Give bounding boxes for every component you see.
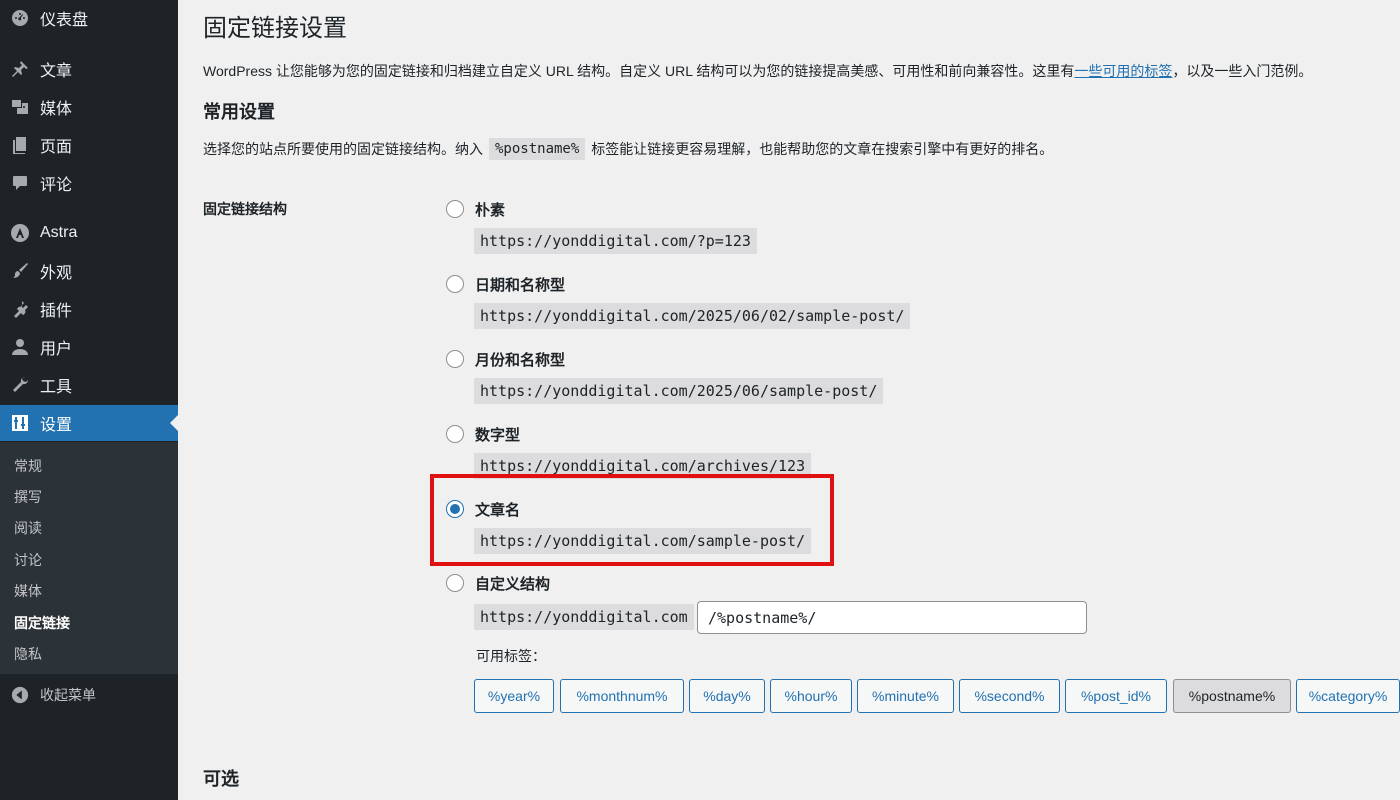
option-label: 朴素 xyxy=(475,201,506,219)
collapse-menu-button[interactable]: 收起菜单 xyxy=(0,678,178,712)
option-day-name: 日期和名称型 https://yonddigital.com/2025/06/0… xyxy=(446,273,911,329)
option-month-name: 月份和名称型 https://yonddigital.com/2025/06/s… xyxy=(446,348,884,404)
page-icon xyxy=(0,135,40,155)
admin-sidebar: 仪表盘 文章 媒体 页面 评论 Astra 外观 插件 用户 工具 设置 常规 … xyxy=(0,0,178,800)
media-icon xyxy=(0,97,40,117)
option-plain: 朴素 https://yonddigital.com/?p=123 xyxy=(446,198,757,254)
brush-icon xyxy=(0,261,40,281)
intro-text-before: WordPress 让您能够为您的固定链接和归档建立自定义 URL 结构。自定义… xyxy=(203,63,1075,79)
desc-text-after: 标签能让链接更容易理解，也能帮助您的文章在搜索引擎中有更好的排名。 xyxy=(591,141,1054,157)
tag-button-monthnum[interactable]: %monthnum% xyxy=(560,679,684,713)
option-label: 自定义结构 xyxy=(475,575,551,593)
collapse-menu-label: 收起菜单 xyxy=(40,687,96,703)
sidebar-item-pages[interactable]: 页面 xyxy=(0,127,178,163)
radio-custom[interactable] xyxy=(446,574,464,592)
submenu-privacy[interactable]: 隐私 xyxy=(14,644,42,664)
tag-button-hour[interactable]: %hour% xyxy=(770,679,852,713)
sidebar-item-label: 仪表盘 xyxy=(40,12,89,29)
tag-button-year[interactable]: %year% xyxy=(474,679,554,713)
option-example-url: https://yonddigital.com/sample-post/ xyxy=(474,528,812,554)
comment-icon xyxy=(0,173,40,193)
option-custom-radio-row[interactable]: 自定义结构 xyxy=(446,572,550,594)
sidebar-item-media[interactable]: 媒体 xyxy=(0,89,178,125)
sidebar-item-plugins[interactable]: 插件 xyxy=(0,291,178,327)
tag-button-day[interactable]: %day% xyxy=(689,679,765,713)
sidebar-item-label: 用户 xyxy=(40,341,73,358)
option-label: 数字型 xyxy=(475,426,521,444)
option-day-name-radio-row[interactable]: 日期和名称型 xyxy=(446,273,565,295)
available-tags-label: 可用标签： xyxy=(476,648,546,664)
option-numeric: 数字型 https://yonddigital.com/archives/123 xyxy=(446,423,812,479)
user-icon xyxy=(0,337,40,357)
submenu-permalinks[interactable]: 固定链接 xyxy=(14,613,70,633)
custom-structure-input[interactable] xyxy=(697,601,1087,634)
sidebar-item-label: 外观 xyxy=(40,265,73,282)
page-title: 固定链接设置 xyxy=(203,15,347,42)
option-post-name-radio-row[interactable]: 文章名 xyxy=(446,498,520,520)
desc-text-before: 选择您的站点所要使用的固定链接结构。纳入 xyxy=(203,141,483,157)
sidebar-item-dashboard[interactable]: 仪表盘 xyxy=(0,0,178,36)
option-example-url: https://yonddigital.com/2025/06/sample-p… xyxy=(474,378,884,404)
radio-numeric[interactable] xyxy=(446,425,464,443)
radio-day-name[interactable] xyxy=(446,275,464,293)
wrench-icon xyxy=(0,375,40,395)
option-label: 文章名 xyxy=(475,501,521,519)
sidebar-item-label: 设置 xyxy=(40,417,73,434)
tag-button-post-id[interactable]: %post_id% xyxy=(1065,679,1167,713)
settings-icon xyxy=(0,413,40,433)
option-label: 月份和名称型 xyxy=(475,351,566,369)
radio-month-name[interactable] xyxy=(446,350,464,368)
sidebar-item-tools[interactable]: 工具 xyxy=(0,367,178,403)
option-month-name-radio-row[interactable]: 月份和名称型 xyxy=(446,348,565,370)
sidebar-item-label: 文章 xyxy=(40,63,73,80)
tag-button-category[interactable]: %category% xyxy=(1296,679,1400,713)
sidebar-item-astra[interactable]: Astra xyxy=(0,215,178,251)
collapse-arrow-icon xyxy=(0,686,40,704)
sidebar-item-appearance[interactable]: 外观 xyxy=(0,253,178,289)
postname-code: %postname% xyxy=(489,138,586,160)
sidebar-item-posts[interactable]: 文章 xyxy=(0,51,178,87)
available-tags-link[interactable]: 一些可用的标签 xyxy=(1074,63,1172,79)
tag-button-minute[interactable]: %minute% xyxy=(857,679,954,713)
pin-icon xyxy=(0,59,40,79)
submenu-writing[interactable]: 撰写 xyxy=(14,487,42,507)
optional-heading: 可选 xyxy=(203,769,239,789)
radio-post-name[interactable] xyxy=(446,500,464,518)
option-example-url: https://yonddigital.com/?p=123 xyxy=(474,228,757,254)
sidebar-item-settings[interactable]: 设置 xyxy=(0,405,178,441)
radio-plain[interactable] xyxy=(446,200,464,218)
option-label: 日期和名称型 xyxy=(475,276,566,294)
submenu-media[interactable]: 媒体 xyxy=(14,581,42,601)
submenu-reading[interactable]: 阅读 xyxy=(14,518,42,538)
sidebar-item-label: 评论 xyxy=(40,177,73,194)
sidebar-item-comments[interactable]: 评论 xyxy=(0,165,178,201)
option-plain-radio-row[interactable]: 朴素 xyxy=(446,198,505,220)
dashboard-icon xyxy=(0,8,40,28)
option-custom-structure: 自定义结构 xyxy=(446,572,550,594)
custom-structure-base-url: https://yonddigital.com xyxy=(474,604,694,630)
option-example-url: https://yonddigital.com/archives/123 xyxy=(474,453,812,479)
tag-button-postname[interactable]: %postname% xyxy=(1173,679,1291,713)
plugin-icon xyxy=(0,299,40,319)
option-example-url: https://yonddigital.com/2025/06/02/sampl… xyxy=(474,303,911,329)
common-settings-heading: 常用设置 xyxy=(203,102,275,122)
sidebar-item-label: 页面 xyxy=(40,139,73,156)
permalink-structure-label: 固定链接结构 xyxy=(203,201,287,217)
intro-text-after: ，以及一些入门范例。 xyxy=(1172,63,1313,79)
settings-submenu: 常规 撰写 阅读 讨论 媒体 固定链接 隐私 xyxy=(0,442,178,674)
main-content: 固定链接设置 WordPress 让您能够为您的固定链接和归档建立自定义 URL… xyxy=(178,0,1400,800)
option-numeric-radio-row[interactable]: 数字型 xyxy=(446,423,520,445)
astra-icon xyxy=(0,223,40,243)
sidebar-item-label: 媒体 xyxy=(40,101,73,118)
tag-button-second[interactable]: %second% xyxy=(959,679,1060,713)
sidebar-item-label: Astra xyxy=(40,224,78,241)
sidebar-item-label: 插件 xyxy=(40,303,73,320)
option-post-name: 文章名 https://yonddigital.com/sample-post/ xyxy=(446,498,812,554)
submenu-general[interactable]: 常规 xyxy=(14,456,42,476)
sidebar-item-label: 工具 xyxy=(40,379,73,396)
intro-text: WordPress 让您能够为您的固定链接和归档建立自定义 URL 结构。自定义… xyxy=(203,61,1312,81)
submenu-discussion[interactable]: 讨论 xyxy=(14,550,42,570)
common-settings-description: 选择您的站点所要使用的固定链接结构。纳入 %postname% 标签能让链接更容… xyxy=(203,138,1053,160)
sidebar-item-users[interactable]: 用户 xyxy=(0,329,178,365)
